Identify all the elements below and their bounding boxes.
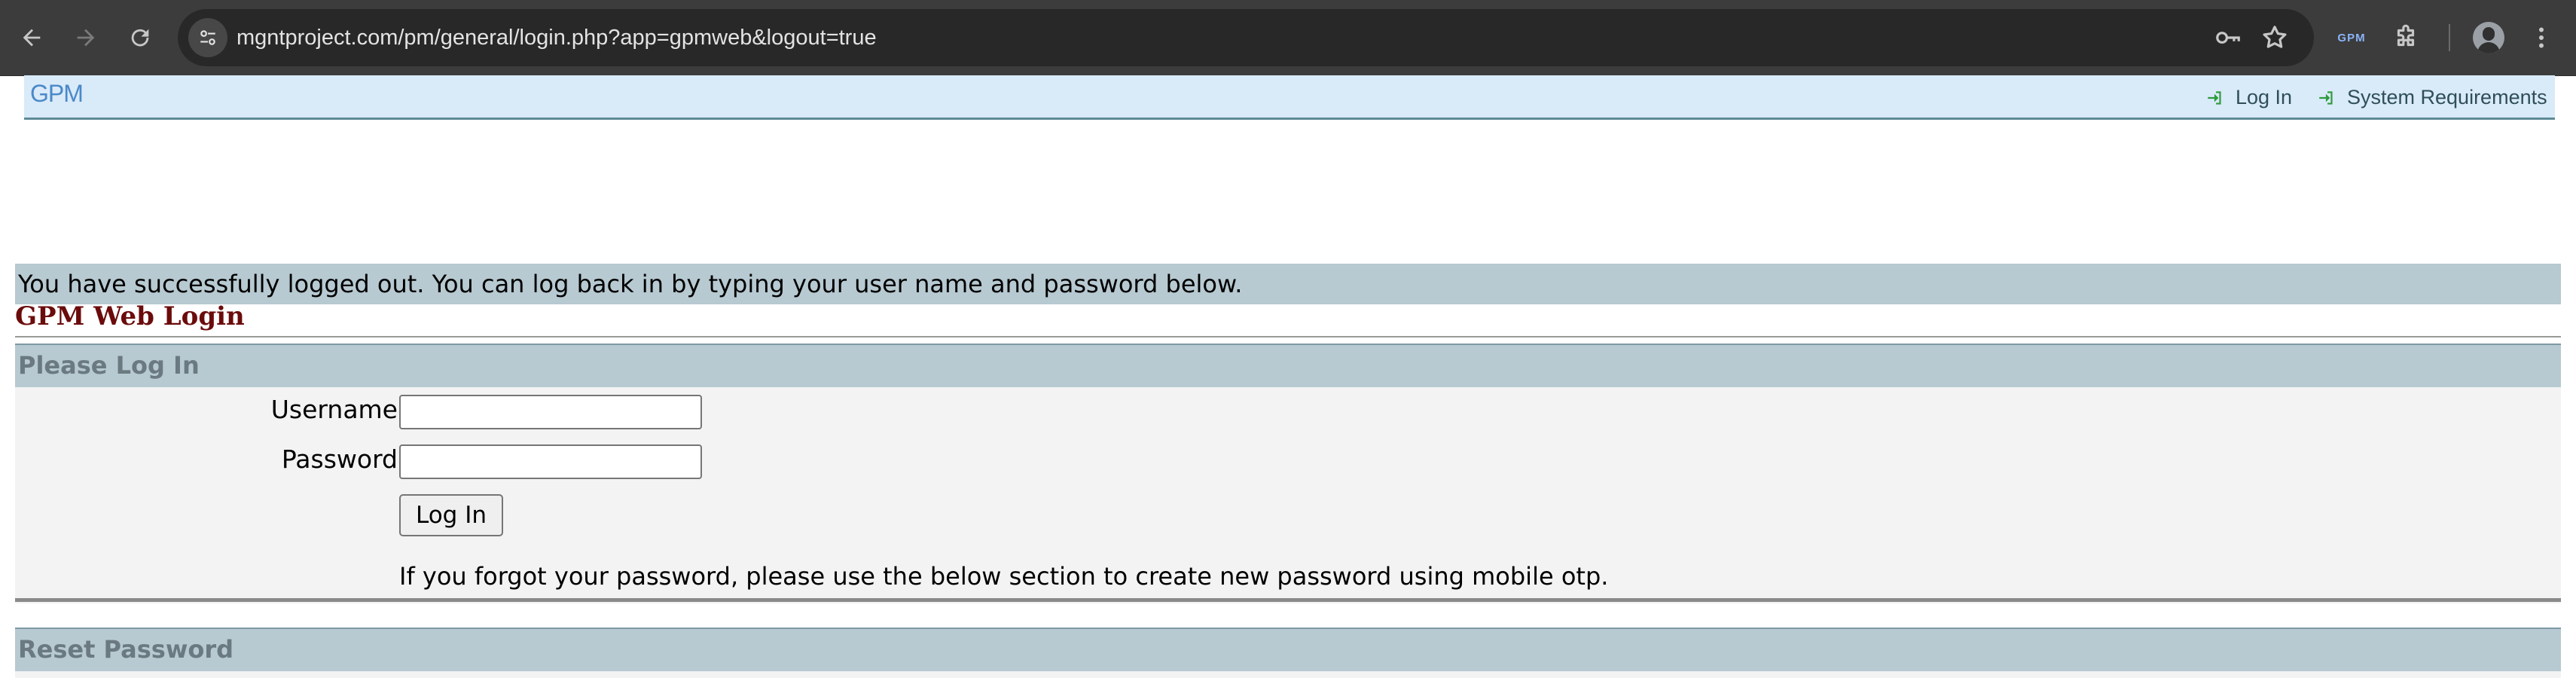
- logout-message-bar: You have successfully logged out. You ca…: [15, 264, 2561, 304]
- gpm-logo: GPM: [30, 80, 84, 107]
- forward-button[interactable]: [65, 17, 107, 59]
- sign-in-icon: [2319, 90, 2333, 105]
- url-text[interactable]: mgntproject.com/pm/general/login.php?app…: [237, 9, 877, 66]
- login-button[interactable]: Log In: [399, 494, 503, 536]
- password-label: Password: [281, 444, 398, 474]
- header-system-requirements-label: System Requirements: [2347, 86, 2547, 108]
- reset-password-section: Reset Password: [15, 628, 2561, 678]
- browser-toolbar: mgntproject.com/pm/general/login.php?app…: [0, 0, 2576, 76]
- profile-button[interactable]: [2468, 17, 2510, 59]
- kebab-menu-icon[interactable]: [2520, 17, 2562, 59]
- logout-message: You have successfully logged out. You ca…: [18, 270, 1243, 298]
- site-info-icon[interactable]: [188, 18, 227, 57]
- reload-button[interactable]: [119, 17, 161, 59]
- header-login-label: Log In: [2236, 86, 2293, 108]
- gpm-extension-icon[interactable]: GPM: [2330, 17, 2373, 59]
- username-field[interactable]: [399, 395, 702, 429]
- header-system-requirements-link[interactable]: System Requirements: [2317, 86, 2547, 109]
- reset-section-header: Reset Password: [15, 628, 2561, 671]
- star-icon[interactable]: [2257, 20, 2293, 56]
- back-button[interactable]: [11, 17, 53, 59]
- extension-label: GPM: [2337, 31, 2366, 44]
- reload-icon: [131, 29, 149, 47]
- arrow-right-icon: [77, 29, 95, 47]
- sign-in-icon: [2208, 90, 2221, 105]
- password-field[interactable]: [399, 444, 702, 479]
- username-label: Username: [270, 395, 398, 424]
- panel-divider: [15, 598, 2561, 602]
- login-section-header: Please Log In: [15, 344, 2561, 387]
- app-header: GPM Log In System Requirements: [24, 75, 2555, 120]
- arrow-left-icon: [23, 29, 41, 47]
- title-divider: [15, 336, 2561, 337]
- page-title: GPM Web Login: [15, 301, 245, 331]
- puzzle-icon[interactable]: [2385, 17, 2427, 59]
- address-bar[interactable]: mgntproject.com/pm/general/login.php?app…: [178, 9, 2314, 66]
- login-panel: Please Log In Username Password Log In I…: [15, 344, 2561, 603]
- key-icon[interactable]: [2210, 20, 2246, 56]
- forgot-password-note: If you forgot your password, please use …: [399, 562, 1609, 591]
- reset-section-title: Reset Password: [18, 635, 234, 664]
- toolbar-divider: [2449, 24, 2450, 51]
- login-section-title: Please Log In: [18, 351, 200, 380]
- avatar: [2473, 22, 2504, 53]
- header-login-link[interactable]: Log In: [2205, 86, 2292, 109]
